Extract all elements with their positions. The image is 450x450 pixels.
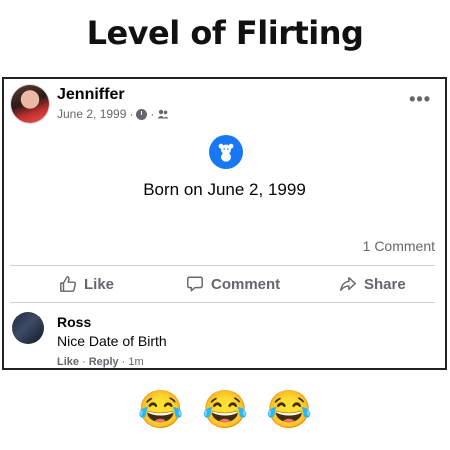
more-options-icon[interactable]: ••• xyxy=(409,89,431,110)
comment-separator: · xyxy=(121,356,126,368)
clock-icon xyxy=(136,108,148,120)
comment-text: Nice Date of Birth xyxy=(57,333,167,349)
life-event-icon xyxy=(209,135,243,169)
divider xyxy=(10,265,435,266)
post-meta: June 2, 1999 · · xyxy=(57,107,169,121)
comment-author[interactable]: Ross xyxy=(57,314,91,330)
meme-title: Level of Flirting xyxy=(86,14,364,52)
comment-reply-link[interactable]: Reply xyxy=(89,356,119,368)
post-date[interactable]: June 2, 1999 xyxy=(57,107,126,121)
meta-separator: · xyxy=(129,107,134,121)
comment-like-link[interactable]: Like xyxy=(57,356,79,368)
commenter-avatar[interactable] xyxy=(12,312,44,344)
thumbs-up-icon xyxy=(60,276,77,292)
avatar[interactable] xyxy=(11,85,49,123)
share-button[interactable]: Share xyxy=(339,275,406,293)
laughing-crying-emoji-icon: 😂 xyxy=(137,389,184,430)
share-label: Share xyxy=(364,275,406,293)
comment-count[interactable]: 1 Comment xyxy=(363,238,435,254)
divider xyxy=(10,302,435,303)
laughing-crying-emoji-icon: 😂 xyxy=(201,389,249,430)
share-arrow-icon xyxy=(340,276,356,292)
facebook-post: Jenniffer June 2, 1999 · · ••• Born on J… xyxy=(2,77,447,370)
like-label: Like xyxy=(84,275,115,293)
comment-actions: Like · Reply · 1m xyxy=(57,356,144,368)
reaction-emojis: 😂 😂 😂 xyxy=(0,388,450,432)
comment-time[interactable]: 1m xyxy=(128,356,143,368)
like-button[interactable]: Like xyxy=(59,275,114,293)
comment-bubble-icon xyxy=(187,276,203,292)
laughing-crying-emoji-icon: 😂 xyxy=(266,389,313,430)
teddy-bear-icon xyxy=(218,143,234,162)
comment-label: Comment xyxy=(211,275,281,293)
comment-button[interactable]: Comment xyxy=(186,275,280,293)
post-author[interactable]: Jenniffer xyxy=(57,86,125,104)
meta-separator: · xyxy=(150,107,155,121)
life-event-text: Born on June 2, 1999 xyxy=(143,180,306,199)
friends-icon[interactable] xyxy=(157,109,169,119)
comment-separator: · xyxy=(82,356,86,368)
